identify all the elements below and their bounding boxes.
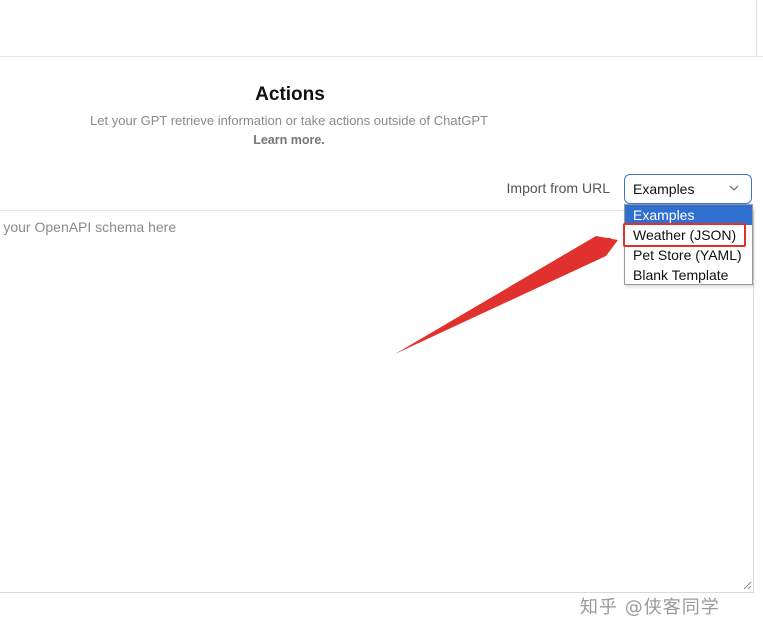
examples-select[interactable]: Examples bbox=[624, 174, 752, 204]
learn-more-link[interactable]: Learn more. bbox=[0, 133, 578, 147]
watermark: 知乎 @侠客同学 bbox=[580, 597, 720, 618]
gpt-actions-editor: Actions Let your GPT retrieve informatio… bbox=[0, 0, 763, 636]
schema-placeholder: Enter your OpenAPI schema here bbox=[0, 219, 177, 235]
dropdown-option-pet-store-yaml[interactable]: Pet Store (YAML) bbox=[625, 245, 752, 265]
section-title: Actions bbox=[255, 84, 325, 105]
import-from-url-button[interactable]: Import from URL bbox=[478, 180, 610, 196]
examples-select-value: Examples bbox=[633, 181, 695, 197]
chevron-down-icon bbox=[729, 185, 739, 191]
dropdown-option-blank-template[interactable]: Blank Template bbox=[625, 265, 752, 285]
dropdown-option-examples[interactable]: Examples bbox=[625, 205, 752, 225]
top-bar bbox=[0, 0, 763, 57]
divider bbox=[756, 0, 757, 56]
resize-handle-icon[interactable] bbox=[742, 580, 752, 590]
section-subtitle: Let your GPT retrieve information or tak… bbox=[90, 113, 488, 128]
annotation-highlight-box bbox=[623, 223, 746, 247]
